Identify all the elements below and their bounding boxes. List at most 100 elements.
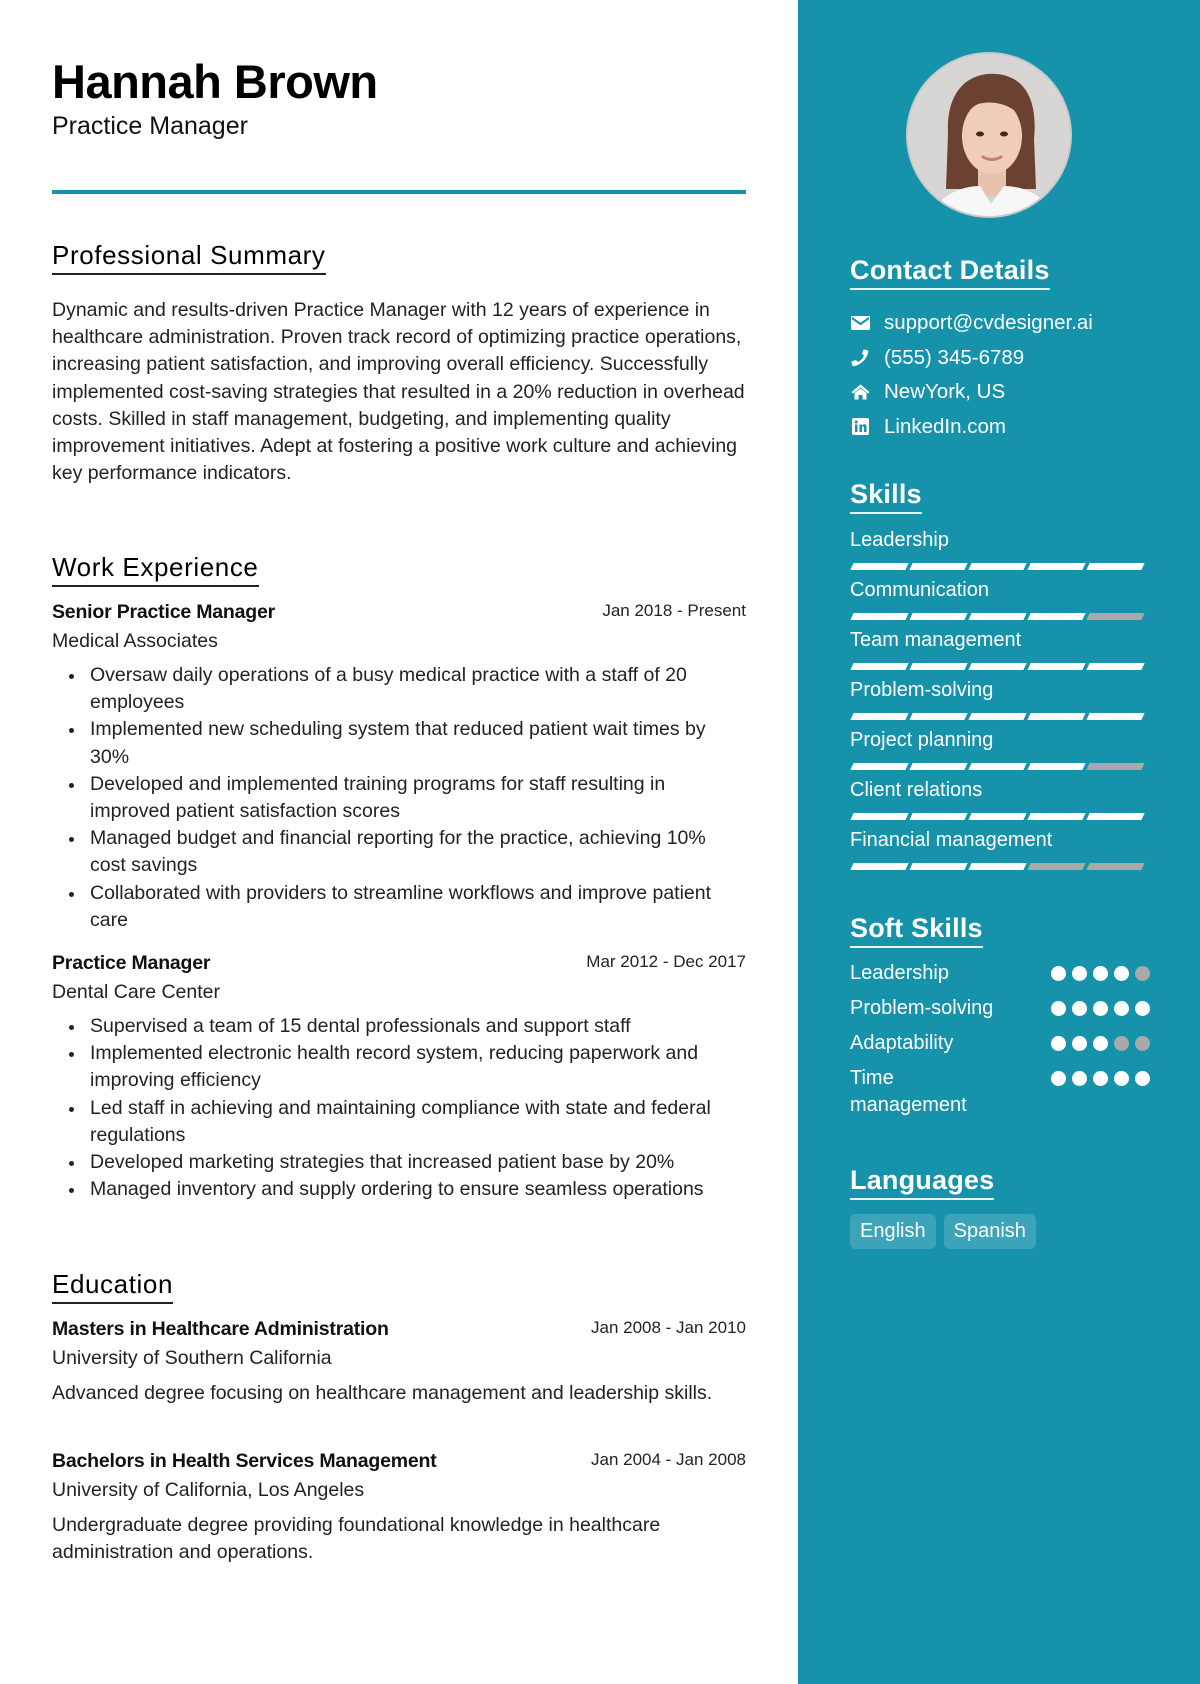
contact-location: NewYork, US — [850, 375, 1093, 410]
soft-skill-name: Problem-solving — [850, 997, 994, 1019]
skill-name: Communication — [850, 579, 989, 601]
rating-dot-filled — [1051, 966, 1066, 981]
skill-segment-filled — [968, 863, 1027, 870]
skill-name: Client relations — [850, 779, 983, 801]
soft-skill-name: Time management — [850, 1067, 967, 1116]
job-bullet: Implemented electronic health record sys… — [52, 1040, 746, 1094]
skill-name: Team management — [850, 629, 1022, 651]
skill-segment-filled — [968, 613, 1027, 620]
skill-segment-filled — [850, 713, 909, 720]
job-dates: Jan 2018 - Present — [602, 601, 746, 620]
rating-dot-filled — [1114, 1001, 1129, 1016]
soft-skill-item: Time management — [850, 1065, 1150, 1119]
skill-segment-filled — [850, 563, 909, 570]
soft-skill-item: Leadership — [850, 960, 1150, 987]
education-heading: Education — [52, 1269, 174, 1304]
job-bullet: Implemented new scheduling system that r… — [52, 716, 746, 770]
header-divider — [52, 190, 746, 194]
skill-segment-filled — [968, 763, 1027, 770]
skill-segment-filled — [1027, 763, 1086, 770]
skill-name: Problem-solving — [850, 679, 994, 701]
skill-segment-filled — [968, 713, 1027, 720]
skills-heading: Skills — [850, 478, 922, 514]
job-bullet: Managed inventory and supply ordering to… — [52, 1176, 746, 1203]
portrait-illustration — [908, 54, 1070, 216]
skill-item: Financial management — [850, 827, 1150, 877]
skill-segment-empty — [1027, 863, 1086, 870]
education-dates: Jan 2004 - Jan 2008 — [590, 1450, 746, 1469]
skill-segment-filled — [1027, 613, 1086, 620]
soft-skill-rating — [1045, 966, 1150, 981]
rating-dot-filled — [1093, 1071, 1108, 1086]
rating-dot-filled — [1135, 1071, 1150, 1086]
education-description: Undergraduate degree providing foundatio… — [52, 1514, 661, 1564]
job-bullet: Oversaw daily operations of a busy medic… — [52, 662, 746, 716]
job-organization: Medical Associates — [52, 630, 218, 652]
skill-level-bar — [850, 563, 1150, 570]
contact-email-text: support@cvdesigner.ai — [884, 311, 1093, 335]
skill-segment-filled — [909, 713, 968, 720]
skill-segment-empty — [1086, 863, 1145, 870]
skill-segment-filled — [1086, 713, 1145, 720]
skill-item: Leadership — [850, 527, 1150, 577]
skill-name: Leadership — [850, 529, 949, 551]
skill-segment-filled — [1086, 813, 1145, 820]
skill-segment-filled — [909, 813, 968, 820]
job-title: Practice Manager — [52, 952, 211, 974]
skill-segment-filled — [909, 763, 968, 770]
job-entry: Practice Manager Mar 2012 - Dec 2017 Den… — [52, 952, 746, 1203]
rating-dot-empty — [1135, 966, 1150, 981]
home-icon — [850, 382, 870, 402]
profile-photo — [906, 52, 1072, 218]
rating-dot-filled — [1051, 1071, 1066, 1086]
job-bullets: Supervised a team of 15 dental professio… — [52, 1013, 746, 1203]
summary-heading: Professional Summary — [52, 240, 326, 275]
skill-item: Problem-solving — [850, 677, 1150, 727]
degree-title: Bachelors in Health Services Management — [52, 1450, 437, 1472]
skill-segment-filled — [850, 613, 909, 620]
skill-item: Project planning — [850, 727, 1150, 777]
soft-skills-list: Leadership Problem-solving Adaptability Tim… — [850, 960, 1150, 1127]
rating-dot-filled — [1072, 966, 1087, 981]
rating-dot-filled — [1093, 1001, 1108, 1016]
rating-dot-filled — [1114, 966, 1129, 981]
education-description: Advanced degree focusing on healthcare m… — [52, 1382, 713, 1404]
phone-icon — [850, 348, 870, 368]
contact-linkedin[interactable]: LinkedIn.com — [850, 410, 1093, 445]
skill-segment-filled — [1086, 563, 1145, 570]
rating-dot-empty — [1114, 1036, 1129, 1051]
contact-email[interactable]: support@cvdesigner.ai — [850, 306, 1093, 341]
skill-item: Client relations — [850, 777, 1150, 827]
soft-skill-item: Problem-solving — [850, 995, 1150, 1022]
languages-list: English Spanish — [850, 1214, 1044, 1249]
summary-text: Dynamic and results-driven Practice Mana… — [52, 299, 745, 485]
skill-segment-filled — [968, 813, 1027, 820]
skill-segment-filled — [968, 563, 1027, 570]
school-name: University of California, Los Angeles — [52, 1479, 365, 1501]
rating-dot-filled — [1072, 1036, 1087, 1051]
rating-dot-filled — [1093, 1036, 1108, 1051]
skill-level-bar — [850, 613, 1150, 620]
rating-dot-filled — [1114, 1071, 1129, 1086]
education-entry: Bachelors in Health Services Management … — [52, 1450, 746, 1566]
skill-level-bar — [850, 713, 1150, 720]
skill-segment-filled — [909, 613, 968, 620]
skill-name: Project planning — [850, 729, 994, 751]
job-title: Senior Practice Manager — [52, 601, 275, 623]
skill-segment-filled — [1086, 663, 1145, 670]
rating-dot-filled — [1072, 1001, 1087, 1016]
skill-segment-empty — [1086, 763, 1145, 770]
job-bullet: Managed budget and financial reporting f… — [52, 825, 746, 879]
skills-list: Leadership Communication Team management Pr… — [850, 527, 1150, 877]
skill-segment-filled — [850, 763, 909, 770]
job-bullet: Developed and implemented training progr… — [52, 771, 746, 825]
contact-phone[interactable]: (555) 345-6789 — [850, 341, 1093, 376]
envelope-icon — [850, 313, 870, 333]
skill-segment-filled — [1027, 813, 1086, 820]
skill-name: Financial management — [850, 829, 1053, 851]
skill-segment-filled — [850, 813, 909, 820]
job-bullets: Oversaw daily operations of a busy medic… — [52, 662, 746, 934]
candidate-title: Practice Manager — [52, 112, 248, 140]
soft-skills-heading: Soft Skills — [850, 912, 983, 948]
languages-heading: Languages — [850, 1164, 995, 1200]
